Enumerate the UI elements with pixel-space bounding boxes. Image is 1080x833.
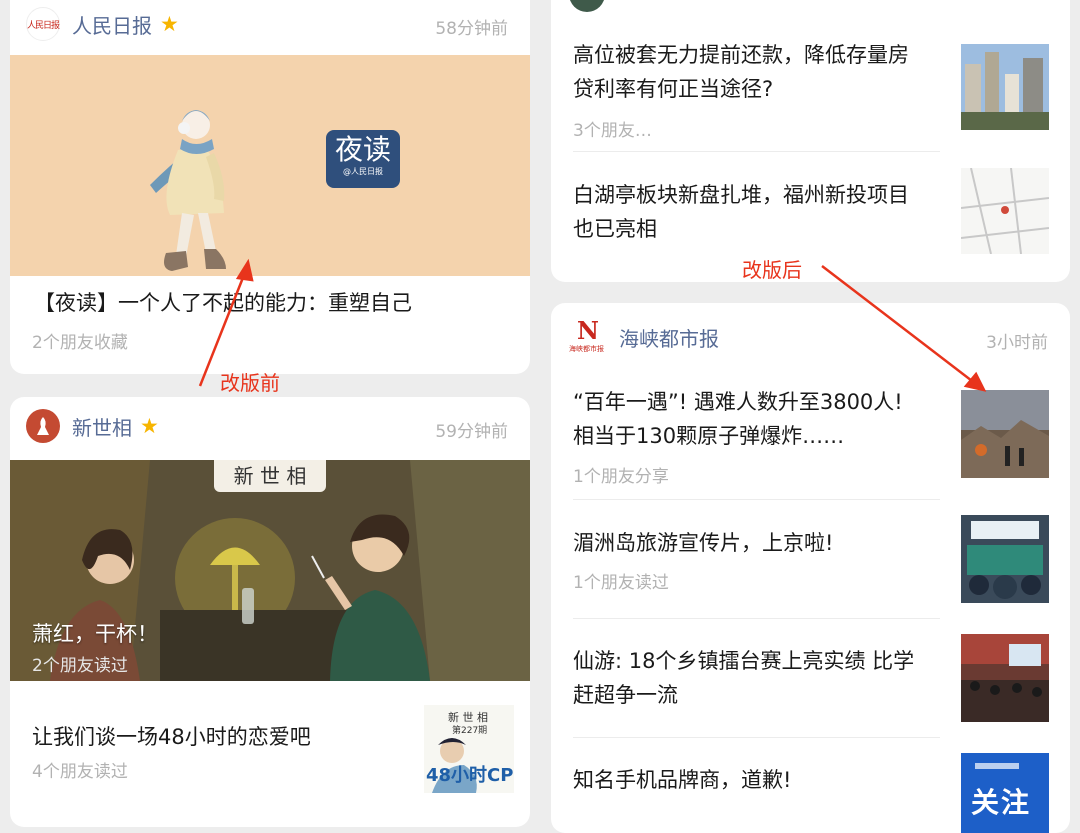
item-title-line: 知名手机品牌商，道歉! [573, 768, 792, 792]
item-title[interactable]: 知名手机品牌商，道歉! [573, 763, 791, 797]
renmin-logo-icon: 人民日报 [26, 7, 60, 41]
post-meta: 2个朋友收藏 [32, 333, 128, 353]
item-title[interactable]: 湄洲岛旅游宣传片，上京啦! [573, 526, 833, 560]
item-meta: 3个朋友… [573, 121, 652, 141]
item-title[interactable]: “百年一遇”! 遇难人数升至3800人! 相当于130颗原子弹爆炸…… [573, 385, 903, 453]
item-title-line: “百年一遇”! 遇难人数升至3800人! [573, 390, 903, 414]
cover-image[interactable]: 夜读 @人民日报 [10, 55, 530, 276]
crowd-thumb [961, 515, 1049, 603]
item-meta: 4个朋友读过 [32, 762, 128, 782]
item-thumbnail[interactable] [961, 515, 1049, 603]
divider [573, 499, 940, 500]
post-time: 3小时前 [986, 333, 1048, 353]
item-thumbnail[interactable]: 新 世 相 第227期 48小时CP [424, 705, 514, 793]
cover-image[interactable]: 新 世 相 萧红，干杯！ 2个朋友读过 [10, 460, 530, 681]
star-icon: ★ [160, 12, 179, 36]
post-time: 58分钟前 [435, 19, 508, 39]
source-row[interactable]: N 海峡都市报 海峡都市报 [569, 316, 719, 354]
post-card-renmin[interactable]: 人民日报 人民日报 ★ 58分钟前 夜读 @人民日报 【夜读】一个人了不起的能力… [10, 0, 530, 374]
cover-banner: 新 世 相 [214, 460, 326, 492]
source-name[interactable]: 海峡都市报 [619, 323, 719, 352]
item-title-line: 赶超争一流 [573, 683, 678, 707]
divider [573, 618, 940, 619]
item-thumbnail[interactable] [961, 634, 1049, 722]
item-title[interactable]: 仙游: 18个乡镇擂台赛上亮实绩 比学 赶超争一流 [573, 644, 914, 712]
annotation-before: 改版前 [220, 371, 280, 395]
post-card-xinshixiang[interactable]: 新世相 ★ 59分钟前 新 世 相 萧红，干杯！ 2个朋友读过 让我们谈一场48… [10, 397, 530, 827]
item-title[interactable]: 高位被套无力提前还款，降低存量房 贷利率有何正当途径? [573, 38, 909, 106]
badge-title: 夜读 [334, 133, 391, 166]
item-meta: 1个朋友读过 [573, 573, 669, 593]
item-title[interactable]: 让我们谈一场48小时的恋爱吧 [32, 720, 311, 754]
item-thumbnail[interactable]: 关注 [961, 753, 1049, 833]
thumb-big-text: 48小时CP [426, 765, 514, 786]
item-title[interactable]: 白湖亭板块新盘扎堆，福州新投项目 也已亮相 [573, 178, 909, 246]
annotation-after: 改版后 [742, 258, 802, 282]
thumb-text: 关注 [971, 786, 1032, 819]
divider [573, 151, 940, 152]
item-meta: 1个朋友分享 [573, 467, 669, 487]
meeting-thumb [961, 634, 1049, 722]
city-thumb [961, 44, 1049, 130]
map-thumb [961, 168, 1049, 254]
post-title[interactable]: 【夜读】一个人了不起的能力：重塑自己 [34, 286, 412, 320]
item-title-line: 高位被套无力提前还款，降低存量房 [573, 43, 909, 67]
haixia-logo-icon: N 海峡都市报 [569, 316, 609, 354]
thumb-small-bar [975, 763, 1019, 769]
divider [573, 737, 940, 738]
item-thumbnail[interactable] [961, 168, 1049, 254]
item-title-line: 贷利率有何正当途径? [573, 77, 774, 101]
item-title-line: 也已亮相 [573, 217, 657, 241]
xinshixiang-logo-icon [26, 409, 60, 443]
cover-meta: 2个朋友读过 [32, 656, 128, 676]
source-row[interactable]: 人民日报 人民日报 ★ [26, 7, 179, 41]
source-row[interactable]: 新世相 ★ [26, 409, 159, 443]
post-card-haixia[interactable]: N 海峡都市报 海峡都市报 3小时前 “百年一遇”! 遇难人数升至3800人! … [551, 303, 1070, 833]
source-name[interactable]: 新世相 [72, 412, 132, 441]
logo-sub: 海峡都市报 [569, 345, 604, 353]
item-title-line: 仙游: 18个乡镇擂台赛上亮实绩 比学 [573, 649, 915, 673]
item-title-line: 白湖亭板块新盘扎堆，福州新投项目 [573, 183, 909, 207]
rubble-thumb [961, 390, 1049, 478]
post-time: 59分钟前 [435, 422, 508, 442]
post-card-news[interactable]: 高位被套无力提前还款，降低存量房 贷利率有何正当途径? 3个朋友… 白湖亭板块新… [551, 0, 1070, 282]
logo-letter: N [577, 316, 599, 345]
star-icon: ★ [140, 414, 159, 438]
walking-girl-illustration [150, 110, 226, 271]
cover-banner-text: 新 世 相 [233, 464, 307, 488]
source-name[interactable]: 人民日报 [72, 10, 152, 39]
item-thumbnail[interactable] [961, 390, 1049, 478]
item-thumbnail[interactable] [961, 44, 1049, 130]
night-read-badge: 夜读 @人民日报 [326, 130, 400, 188]
item-title-line: 湄洲岛旅游宣传片，上京啦! [573, 531, 834, 555]
cover-title: 萧红，干杯！ [32, 622, 158, 646]
partial-avatar [569, 0, 605, 12]
item-title-line: 相当于130颗原子弹爆炸…… [573, 424, 845, 448]
